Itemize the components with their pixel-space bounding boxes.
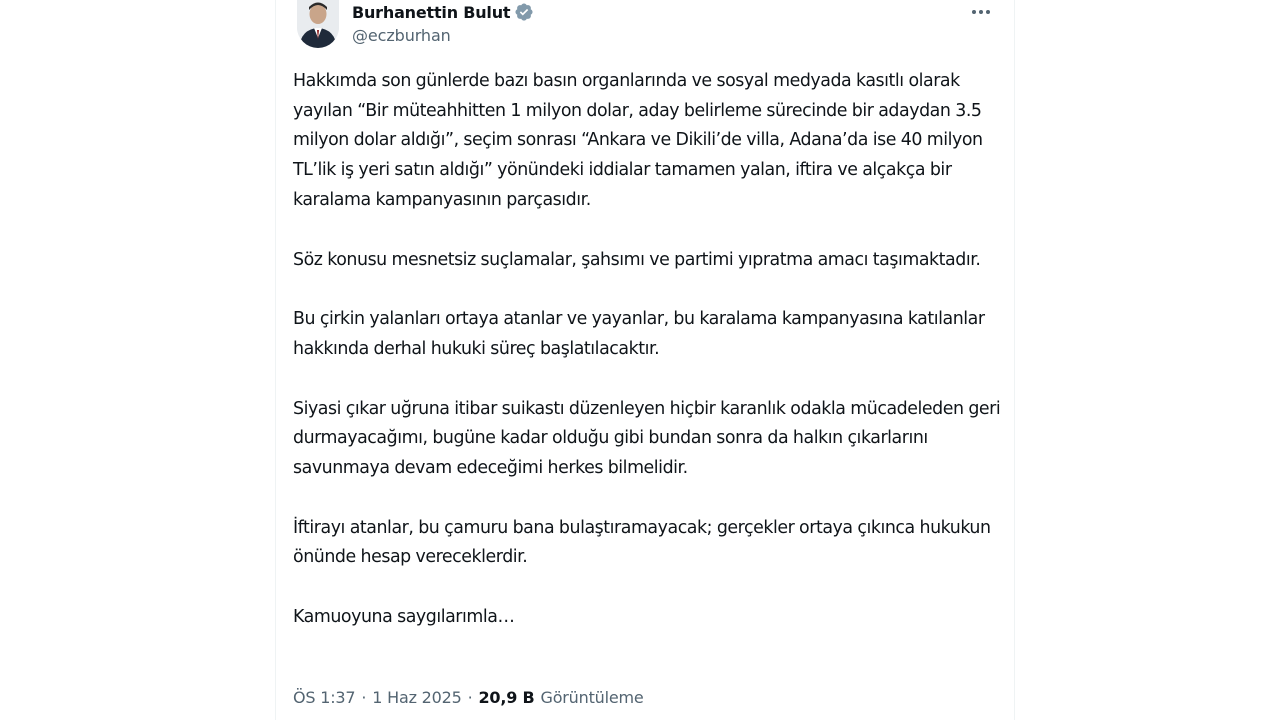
tweet-paragraph: Siyasi çıkar uğruna itibar suikastı düze…: [293, 398, 1001, 479]
tweet-detail: Burhanettin Bulut @eczburhan Hakkımda so…: [275, 0, 1015, 720]
tweet-paragraph: İftirayı atanlar, bu çamuru bana bulaştı…: [293, 517, 991, 568]
more-horizontal-icon: [972, 10, 990, 14]
tweet-time[interactable]: ÖS 1:37: [293, 688, 356, 707]
meta-separator: ·: [467, 687, 473, 707]
author-handle[interactable]: @eczburhan: [352, 26, 451, 45]
author-avatar[interactable]: [297, 0, 339, 48]
tweet-paragraph: Bu çirkin yalanları ortaya atanlar ve ya…: [293, 309, 985, 359]
tweet-date[interactable]: 1 Haz 2025: [372, 688, 462, 707]
tweet-meta: ÖS 1:37 · 1 Haz 2025 · 20,9 B Görüntülem…: [293, 685, 644, 709]
verified-badge-icon[interactable]: [514, 2, 534, 22]
tweet-text: Hakkımda son günlerde bazı basın organla…: [293, 67, 1003, 663]
views-label: Görüntüleme: [540, 687, 644, 707]
author-name-row[interactable]: Burhanettin Bulut: [352, 0, 534, 24]
author-name[interactable]: Burhanettin Bulut: [352, 3, 511, 22]
user-avatar-icon: [297, 0, 339, 48]
more-options-button[interactable]: [968, 2, 994, 22]
tweet-paragraph: Kamuoyuna saygılarımla…: [293, 607, 515, 628]
views-count[interactable]: 20,9 B: [478, 688, 534, 707]
meta-separator: ·: [361, 687, 367, 707]
tweet-paragraph: Hakkımda son günlerde bazı basın organla…: [293, 71, 983, 210]
tweet-paragraph: Söz konusu mesnetsiz suçlamalar, şahsımı…: [293, 249, 981, 270]
